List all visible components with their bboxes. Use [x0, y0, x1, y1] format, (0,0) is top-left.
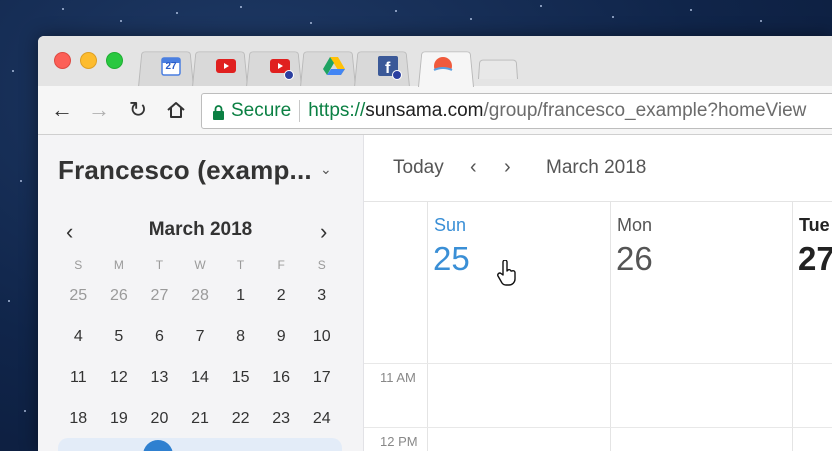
- current-week-highlight: [58, 438, 342, 451]
- browser-window: 27 f ← → ↻ Secure https:// sunsama.com /…: [38, 36, 832, 451]
- mini-calendar-day[interactable]: 4: [58, 328, 99, 346]
- mini-calendar-day[interactable]: 12: [99, 369, 140, 387]
- mini-calendar-day[interactable]: 5: [99, 328, 140, 346]
- tab-strip: 27 f: [38, 36, 832, 87]
- weekday-header: W: [194, 258, 206, 272]
- mini-calendar-day[interactable]: 26: [99, 287, 140, 305]
- hour-label: 12 PM: [380, 434, 418, 449]
- minimize-window-button[interactable]: [80, 52, 97, 69]
- weekday-header: S: [317, 258, 326, 272]
- mini-calendar-month: March 2018: [148, 219, 253, 240]
- calendar-month-label: March 2018: [546, 157, 647, 178]
- mini-calendar-day[interactable]: 19: [99, 410, 140, 428]
- lock-icon: [212, 104, 225, 120]
- calendar-date-label: 27: [165, 61, 177, 72]
- mini-calendar-day[interactable]: 13: [139, 369, 180, 387]
- mini-calendar-day[interactable]: 1: [220, 287, 261, 305]
- mini-calendar-day[interactable]: 9: [261, 328, 302, 346]
- mini-calendar-day[interactable]: 10: [301, 328, 342, 346]
- mini-calendar-week: 25 26 27 28 1 2 3: [58, 275, 342, 316]
- mini-calendar-day[interactable]: 20: [139, 410, 180, 428]
- mini-calendar-week: 11 12 13 14 15 16 17: [58, 357, 342, 398]
- today-button[interactable]: Today: [393, 157, 444, 179]
- youtube-icon: [269, 55, 294, 80]
- mini-calendar-grid: S M T W T F S 25 26 27 28 1 2 3 4 5 6 7 8 9 10 11 12 13 14 15 16 17…: [58, 255, 342, 439]
- sunsama-app: Francesco (examp... ⌄ March 2018 ‹ › S M T…: [38, 135, 832, 451]
- mini-calendar-day[interactable]: 17: [301, 369, 342, 387]
- mini-calendar-next-icon[interactable]: ›: [320, 219, 327, 245]
- day-column-sun[interactable]: Sun 25: [428, 202, 611, 451]
- mini-calendar-day[interactable]: 18: [58, 410, 99, 428]
- url-host: sunsama.com: [365, 100, 484, 121]
- close-window-button[interactable]: [54, 52, 71, 69]
- url-scheme: https://: [308, 100, 366, 121]
- day-number[interactable]: 27: [798, 240, 832, 278]
- group-selector[interactable]: Francesco (examp...: [58, 155, 312, 186]
- notification-badge: [284, 70, 294, 80]
- mini-calendar-prev-icon[interactable]: ‹: [66, 219, 73, 245]
- mini-calendar-day[interactable]: 21: [180, 410, 221, 428]
- zoom-window-button[interactable]: [106, 52, 123, 69]
- mini-calendar-day[interactable]: 3: [301, 287, 342, 305]
- reload-icon[interactable]: ↻: [124, 96, 152, 124]
- google-drive-icon: [323, 55, 345, 77]
- hour-line: [364, 427, 832, 428]
- prev-week-icon[interactable]: ‹: [470, 156, 477, 179]
- mini-calendar-day[interactable]: 14: [180, 369, 221, 387]
- forward-arrow-icon[interactable]: →: [85, 96, 113, 124]
- day-name: Mon: [617, 215, 653, 235]
- day-number[interactable]: 26: [616, 240, 653, 278]
- url-separator: [299, 100, 301, 122]
- chevron-down-icon[interactable]: ⌄: [320, 161, 332, 178]
- sunsama-icon: [432, 55, 454, 77]
- weekday-header: M: [113, 258, 124, 272]
- weekday-header: F: [277, 258, 285, 272]
- mini-calendar-week: 4 5 6 7 8 9 10: [58, 316, 342, 357]
- mini-calendar-day[interactable]: 28: [180, 287, 221, 305]
- day-number[interactable]: 25: [433, 240, 470, 278]
- day-name: Tue: [799, 215, 830, 235]
- weekday-header: T: [236, 258, 245, 272]
- address-bar[interactable]: Secure https://sunsama.com/group/frances…: [201, 93, 832, 129]
- url-path: /group/francesco_example?homeView: [483, 100, 807, 121]
- hour-label: 11 AM: [380, 370, 416, 385]
- mini-calendar-day[interactable]: 11: [58, 369, 99, 387]
- mini-calendar-day[interactable]: 2: [261, 287, 302, 305]
- mini-calendar-day[interactable]: 6: [139, 328, 180, 346]
- mini-calendar-day[interactable]: 27: [139, 287, 180, 305]
- browser-toolbar: ← → ↻ Secure https://sunsama.com/group/f…: [38, 86, 832, 135]
- hour-line: [364, 363, 832, 364]
- mini-calendar-day[interactable]: 7: [180, 328, 221, 346]
- new-tab-button[interactable]: [478, 59, 518, 79]
- mini-calendar-day[interactable]: 8: [220, 328, 261, 346]
- hand-cursor-icon: [497, 260, 516, 286]
- calendar-header: Today ‹ › March 2018: [364, 135, 832, 202]
- sidebar: Francesco (examp... ⌄ March 2018 ‹ › S M T…: [38, 135, 364, 451]
- mini-calendar-day[interactable]: 22: [220, 410, 261, 428]
- weekday-header: S: [74, 258, 83, 272]
- day-column-mon[interactable]: Mon 26: [611, 202, 793, 451]
- notification-badge: [392, 70, 402, 80]
- calendar-main: Today ‹ › March 2018 Sun 25 Mon 26 Tue 2…: [364, 135, 832, 451]
- back-arrow-icon[interactable]: ←: [48, 96, 76, 124]
- mini-calendar-day[interactable]: 24: [301, 410, 342, 428]
- next-week-icon[interactable]: ›: [504, 156, 511, 179]
- mini-calendar-day[interactable]: 23: [261, 410, 302, 428]
- mini-calendar-week: 18 19 20 21 22 23 24: [58, 398, 342, 439]
- svg-text:f: f: [385, 60, 391, 76]
- mini-calendar-day[interactable]: 16: [261, 369, 302, 387]
- mini-calendar-day[interactable]: 25: [58, 287, 99, 305]
- youtube-icon: [215, 55, 237, 77]
- home-icon[interactable]: [162, 96, 190, 124]
- google-calendar-icon: 27: [160, 55, 182, 77]
- secure-label: Secure: [231, 100, 292, 121]
- mini-calendar-day[interactable]: 15: [220, 369, 261, 387]
- day-column-tue[interactable]: Tue 27: [793, 202, 832, 451]
- weekday-header: T: [155, 258, 164, 272]
- weekday-header-row: SMTWTFS: [58, 255, 342, 275]
- day-name: Sun: [434, 215, 467, 235]
- facebook-icon: f: [377, 55, 402, 80]
- time-gutter: [364, 202, 428, 451]
